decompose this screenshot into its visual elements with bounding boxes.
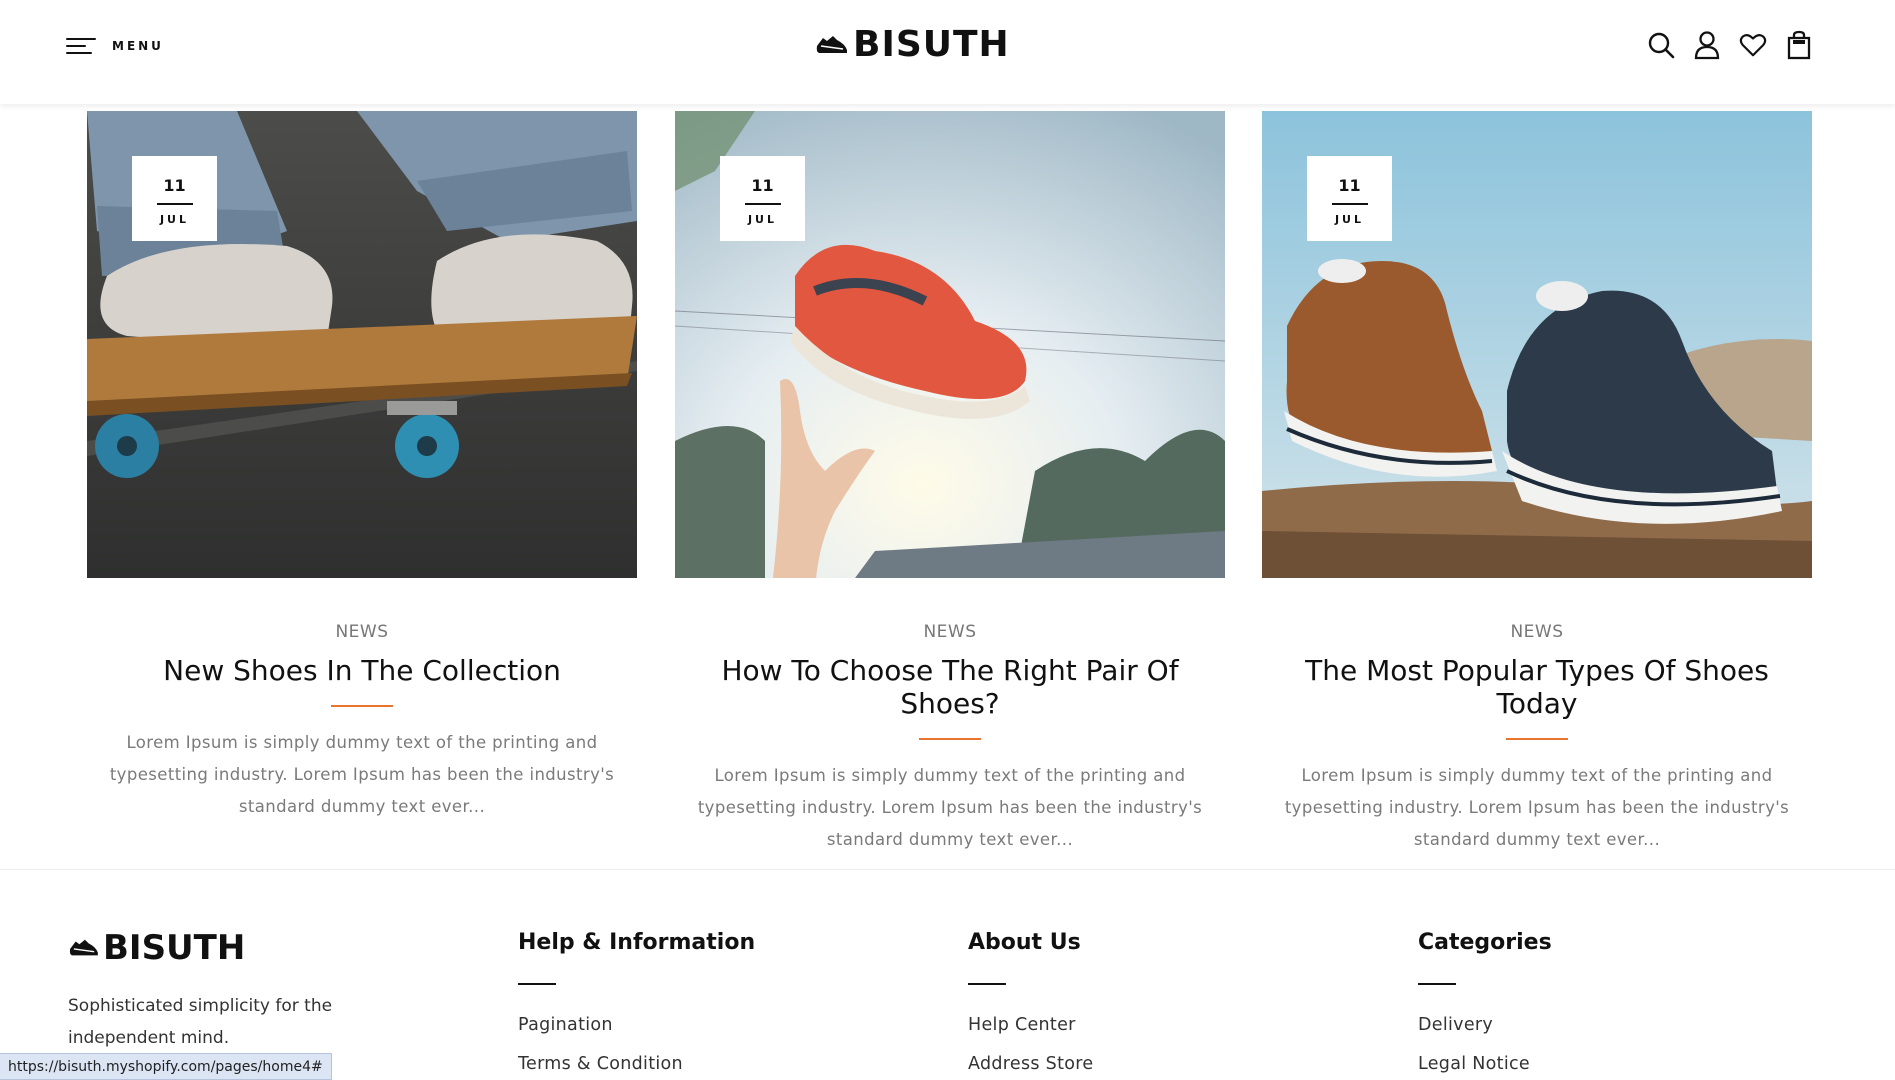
logo-text: BISUTH: [853, 24, 1010, 65]
footer-link[interactable]: Legal Notice: [1418, 1054, 1552, 1074]
footer-tagline: Sophisticated simplicity for the indepen…: [68, 996, 333, 1048]
site-logo[interactable]: BISUTH: [815, 24, 1010, 65]
date-day: 11: [163, 176, 186, 195]
post-excerpt: Lorem Ipsum is simply dummy text of the …: [697, 766, 1203, 849]
post-category[interactable]: NEWS: [87, 622, 637, 642]
heart-icon[interactable]: [1739, 30, 1767, 60]
date-badge: 11 JUL: [132, 156, 217, 241]
footer-heading: Categories: [1418, 930, 1552, 955]
footer-column-help: Help & Information Pagination Terms & Co…: [518, 930, 755, 1080]
menu-button[interactable]: MENU: [66, 36, 164, 56]
shoe-logo-icon: [69, 939, 98, 956]
hamburger-icon: [66, 36, 96, 56]
footer-link[interactable]: Terms & Condition: [518, 1054, 755, 1074]
header-actions: [1647, 30, 1813, 60]
footer-column-about: About Us Help Center Address Store: [968, 930, 1093, 1080]
site-header: MENU BISUTH: [0, 0, 1895, 104]
blog-image-skateboard[interactable]: 11 JUL: [87, 111, 637, 578]
post-title[interactable]: The Most Popular Types Of Shoes Today: [1262, 654, 1812, 720]
date-day: 11: [1338, 176, 1361, 195]
footer-link[interactable]: Address Store: [968, 1054, 1093, 1074]
date-month: JUL: [1334, 213, 1365, 226]
blog-card: 11 JUL NEWS The Most Popular Types Of Sh…: [1262, 111, 1812, 856]
footer-link[interactable]: Help Center: [968, 1015, 1093, 1035]
footer-logo[interactable]: BISUTH: [68, 928, 245, 968]
post-excerpt: Lorem Ipsum is simply dummy text of the …: [109, 733, 615, 816]
shoe-logo-icon: [816, 35, 847, 53]
title-divider: [331, 705, 393, 707]
post-category[interactable]: NEWS: [675, 622, 1225, 642]
post-title[interactable]: New Shoes In The Collection: [87, 654, 637, 687]
user-icon[interactable]: [1693, 30, 1721, 60]
footer-heading: About Us: [968, 930, 1081, 955]
footer-link[interactable]: Pagination: [518, 1015, 755, 1035]
blog-card: 11 JUL NEWS New Shoes In The Collection …: [87, 111, 637, 823]
date-month: JUL: [747, 213, 778, 226]
footer-link[interactable]: Delivery: [1418, 1015, 1552, 1035]
title-divider: [919, 738, 981, 740]
date-month: JUL: [159, 213, 190, 226]
footer-divider: [0, 869, 1895, 870]
post-category[interactable]: NEWS: [1262, 622, 1812, 642]
date-badge: 11 JUL: [720, 156, 805, 241]
footer-heading: Help & Information: [518, 930, 756, 955]
title-divider: [1506, 738, 1568, 740]
date-badge: 11 JUL: [1307, 156, 1392, 241]
blog-card: 11 JUL NEWS How To Choose The Right Pair…: [675, 111, 1225, 856]
footer-logo-text: BISUTH: [103, 928, 246, 968]
cart-icon[interactable]: [1785, 30, 1813, 60]
blog-image-sneaker-air[interactable]: 11 JUL: [675, 111, 1225, 578]
browser-status-url: https://bisuth.myshopify.com/pages/home4…: [0, 1053, 332, 1080]
post-excerpt: Lorem Ipsum is simply dummy text of the …: [1284, 766, 1790, 849]
blog-image-canvas-shoes[interactable]: 11 JUL: [1262, 111, 1812, 578]
date-day: 11: [751, 176, 774, 195]
search-icon[interactable]: [1647, 30, 1675, 60]
footer-column-categories: Categories Delivery Legal Notice: [1418, 930, 1552, 1080]
post-title[interactable]: How To Choose The Right Pair Of Shoes?: [675, 654, 1225, 720]
menu-label: MENU: [112, 39, 164, 53]
